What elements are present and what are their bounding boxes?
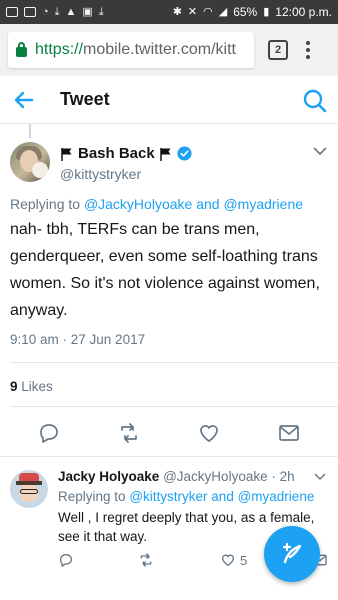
retweet-icon[interactable] <box>138 552 154 568</box>
upload-icon: ▲ <box>65 5 77 18</box>
replying-link-1[interactable]: @JackyHolyoake <box>84 196 192 212</box>
reply-like-count: 5 <box>240 553 248 568</box>
replying-and: and <box>196 196 220 212</box>
tab-switcher-button[interactable]: 2 <box>268 40 288 60</box>
chat-icon: ◔ <box>42 5 49 18</box>
likes-label: Likes <box>21 379 53 394</box>
search-icon[interactable] <box>302 88 328 114</box>
divider <box>10 406 338 407</box>
author-name-row[interactable]: Bash Back <box>60 145 192 162</box>
browser-toolbar: https://mobile.twitter.com/kitt 2 <box>0 24 338 76</box>
avatar-hat-brim <box>16 481 42 485</box>
mail-icon <box>24 7 36 17</box>
replying-link-2[interactable]: @myadriene <box>238 489 315 504</box>
black-flag-icon <box>61 147 72 161</box>
reply-icon[interactable] <box>58 552 74 568</box>
messages-icon <box>6 7 18 17</box>
reply-avatar[interactable] <box>10 470 48 508</box>
envelope-icon[interactable] <box>277 421 301 445</box>
chevron-down-icon[interactable] <box>313 146 327 156</box>
menu-dot <box>306 41 310 45</box>
author-display-name: Bash Back <box>78 145 155 162</box>
compose-icon <box>282 542 302 564</box>
avatar-dog <box>32 162 48 178</box>
download-icon: ⤓ <box>54 5 60 18</box>
likes-count: 9 <box>10 379 18 394</box>
heart-icon[interactable] <box>220 552 236 568</box>
battery-icon: ▮ <box>263 5 270 18</box>
replying-and: and <box>211 489 234 504</box>
reply-replying-to: Replying to @kittystryker and @myadriene <box>58 489 314 504</box>
reply-icon[interactable] <box>37 421 61 445</box>
reply-separator: · <box>271 469 276 484</box>
replying-prefix: Replying to <box>58 489 126 504</box>
compose-button[interactable] <box>264 526 320 582</box>
replying-prefix: Replying to <box>10 196 81 212</box>
thread-connector <box>29 124 31 138</box>
url-text[interactable]: https://mobile.twitter.com/kitt <box>35 41 236 59</box>
section-divider <box>0 456 338 457</box>
clock: 12:00 p.m. <box>275 5 332 19</box>
url-host: mobile.twitter.com/kitt <box>83 41 236 58</box>
replying-to: Replying to @JackyHolyoake and @myadrien… <box>10 196 303 212</box>
tweet-actions <box>0 421 338 447</box>
reply-time: 2h <box>279 469 295 484</box>
battery-percent: 65% <box>233 5 258 19</box>
retweet-icon[interactable] <box>117 421 141 445</box>
replying-link-2[interactable]: @myadriene <box>223 196 303 212</box>
likes-stat[interactable]: 9 Likes <box>10 379 53 394</box>
browser-menu-button[interactable] <box>306 41 310 59</box>
system-icons: ✱ ✕ ◠ ◢ 65% ▮ 12:00 p.m. <box>173 5 332 19</box>
arrow-left-icon[interactable] <box>12 88 36 112</box>
reply-handle: @JackyHolyoake <box>163 469 268 484</box>
wifi-icon: ◠ <box>203 5 213 18</box>
black-flag-icon <box>159 147 171 161</box>
author-handle[interactable]: @kittystryker <box>60 166 141 182</box>
menu-dot <box>306 55 310 59</box>
page-title: Tweet <box>60 89 110 109</box>
reply-author-row[interactable]: Jacky Holyoake @JackyHolyoake · 2h <box>58 469 295 484</box>
avatar[interactable] <box>10 142 50 182</box>
divider <box>10 362 338 363</box>
download-icon-2: ⤓ <box>98 5 104 18</box>
notification-icons: ◔ ⤓ ▲ ▣ ⤓ <box>6 5 104 18</box>
signal-icon: ◢ <box>218 5 228 18</box>
lock-icon <box>16 42 27 57</box>
status-bar: ◔ ⤓ ▲ ▣ ⤓ ✱ ✕ ◠ ◢ 65% ▮ 12:00 p.m. <box>0 0 338 24</box>
url-scheme: https:// <box>35 41 84 58</box>
mute-icon: ✕ <box>187 5 198 18</box>
heart-icon[interactable] <box>197 421 221 445</box>
tweet-header: Tweet <box>0 76 338 124</box>
url-bar[interactable]: https://mobile.twitter.com/kitt <box>8 32 254 68</box>
verified-badge-icon <box>177 146 192 161</box>
tweet-timestamp[interactable]: 9:10 am · 27 Jun 2017 <box>10 332 145 347</box>
bluetooth-icon: ✱ <box>172 5 182 18</box>
chevron-down-icon[interactable] <box>314 472 326 481</box>
replying-link-1[interactable]: @kittystryker <box>129 489 207 504</box>
image-icon: ▣ <box>82 5 93 18</box>
tweet-text: nah- tbh, TERFs can be trans men, gender… <box>10 221 320 319</box>
menu-dot <box>306 48 310 52</box>
avatar-glasses <box>20 489 38 494</box>
reply-display-name: Jacky Holyoake <box>58 469 160 484</box>
